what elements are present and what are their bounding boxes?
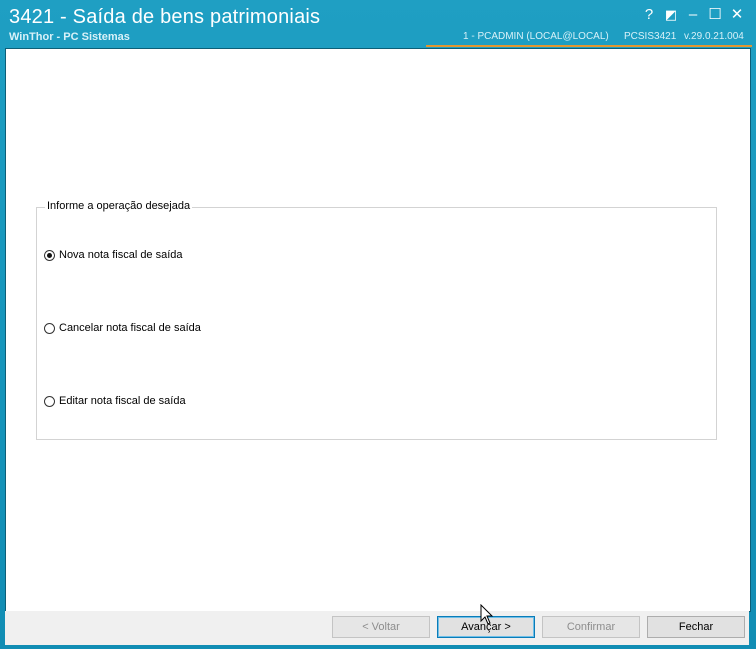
help-icon[interactable]: ?: [640, 6, 658, 24]
close-icon[interactable]: ✕: [728, 6, 746, 24]
maximize-icon[interactable]: ☐: [706, 6, 724, 24]
close-button[interactable]: Fechar: [647, 616, 745, 638]
app-window: 3421 - Saída de bens patrimoniais WinTho…: [0, 0, 756, 649]
radio-selected-icon[interactable]: [44, 250, 55, 261]
window-title: 3421 - Saída de bens patrimoniais: [9, 6, 321, 28]
operation-groupbox: Informe a operação desejada Nova nota fi…: [36, 200, 717, 440]
radio-label: Editar nota fiscal de saída: [59, 395, 186, 407]
radio-unselected-icon[interactable]: [44, 396, 55, 407]
window-subtitle: WinThor - PC Sistemas: [9, 31, 130, 43]
client-area: Informe a operação desejada Nova nota fi…: [5, 48, 751, 612]
radio-label: Nova nota fiscal de saída: [59, 249, 183, 261]
mouse-cursor-icon: [480, 604, 494, 625]
status-bar: 1 - PCADMIN (LOCAL@LOCAL) PCSIS3421 v.29…: [426, 31, 752, 47]
status-user: 1 - PCADMIN (LOCAL@LOCAL): [463, 31, 609, 42]
groupbox-legend: Informe a operação desejada: [45, 200, 193, 212]
minimize-icon[interactable]: –: [684, 6, 702, 24]
restore-icon[interactable]: ◩: [662, 6, 680, 24]
back-button[interactable]: < Voltar: [332, 616, 430, 638]
button-bar: < Voltar Avançar > Confirmar Fechar: [5, 611, 749, 645]
status-version: v.29.0.21.004: [684, 31, 744, 42]
radio-unselected-icon[interactable]: [44, 323, 55, 334]
confirm-button[interactable]: Confirmar: [542, 616, 640, 638]
radio-label: Cancelar nota fiscal de saída: [59, 322, 201, 334]
window-controls: ? ◩ – ☐ ✕: [640, 6, 750, 24]
status-program: PCSIS3421: [624, 31, 677, 42]
